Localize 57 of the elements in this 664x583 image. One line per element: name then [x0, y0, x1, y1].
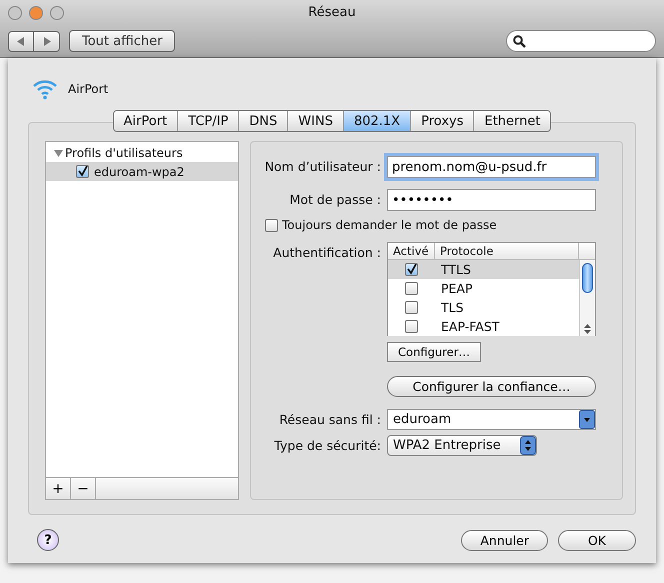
window-control-icon[interactable]: [50, 6, 64, 20]
right-triangle-icon: [42, 36, 50, 46]
protocol-name: PEAP: [440, 281, 473, 296]
checkbox[interactable]: [405, 301, 418, 314]
search-icon: [513, 34, 526, 48]
tab[interactable]: Ethernet: [473, 111, 550, 131]
add-button[interactable]: +: [46, 478, 71, 499]
column-header: Activé: [388, 243, 435, 259]
protocol-name: TLS: [440, 300, 464, 315]
show-all-button[interactable]: Tout afficher: [69, 30, 176, 52]
field-label: Nom d’utilisateur :: [264, 158, 381, 176]
window-control-icon[interactable]: [8, 6, 22, 20]
network-combo-box[interactable]: eduroam: [387, 409, 596, 430]
service-name: AirPort: [68, 82, 108, 96]
configure-button[interactable]: Configurer…: [387, 342, 481, 362]
tab[interactable]: Proxys: [410, 111, 474, 131]
tab[interactable]: WINS: [287, 111, 343, 131]
scroll-thumb[interactable]: [582, 263, 593, 293]
ok-button[interactable]: OK: [558, 530, 636, 550]
cancel-button[interactable]: Annuler: [461, 530, 548, 550]
group-label: Profils d'utilisateurs: [65, 146, 183, 160]
protocol-name: EAP-FAST: [440, 319, 500, 334]
back-button[interactable]: [8, 30, 34, 52]
checkbox[interactable]: [405, 320, 418, 333]
security-popup[interactable]: WPA2 Entreprise: [387, 435, 537, 456]
left-triangle-icon: [17, 36, 25, 46]
window-control-icon[interactable]: [29, 6, 43, 20]
table-row[interactable]: TTLS: [388, 260, 579, 279]
profile-name: eduroam-wpa2: [94, 164, 184, 178]
tab[interactable]: AirPort: [114, 111, 178, 131]
profile-item[interactable]: eduroam-wpa2: [46, 162, 238, 181]
password-field[interactable]: ••••••••: [387, 189, 596, 211]
field-label: Réseau sans fil :: [279, 411, 381, 429]
checkbox[interactable]: [405, 282, 418, 295]
search-field[interactable]: [506, 30, 656, 52]
column-header: Protocole: [435, 243, 579, 259]
forward-button[interactable]: [34, 30, 60, 52]
checkbox[interactable]: [265, 218, 278, 232]
checkbox-label: Toujours demander le mot de passe: [282, 218, 497, 232]
field-label: Mot de passe :: [290, 191, 381, 209]
wifi-icon: [32, 78, 58, 100]
username-field[interactable]: prenom.nom@u-psud.fr: [387, 156, 596, 178]
checkbox[interactable]: [405, 263, 418, 276]
table-row[interactable]: EAP-FAST: [388, 317, 579, 336]
tab[interactable]: TCP/IP: [177, 111, 238, 131]
protocol-name: TTLS: [440, 262, 471, 277]
checkbox[interactable]: [76, 165, 89, 178]
configure-trust-button[interactable]: Configurer la confiance…: [387, 376, 596, 397]
field-label: Authentification :: [273, 244, 381, 262]
window-title: Réseau: [308, 5, 356, 20]
tab[interactable]: DNS: [238, 111, 288, 131]
disclosure-triangle-icon[interactable]: [54, 148, 63, 158]
help-button[interactable]: ?: [37, 529, 59, 551]
tab[interactable]: 802.1X: [342, 111, 410, 131]
field-label: Type de sécurité:: [274, 437, 381, 455]
stepper-arrows-icon: [520, 436, 536, 455]
remove-button[interactable]: −: [71, 478, 96, 499]
